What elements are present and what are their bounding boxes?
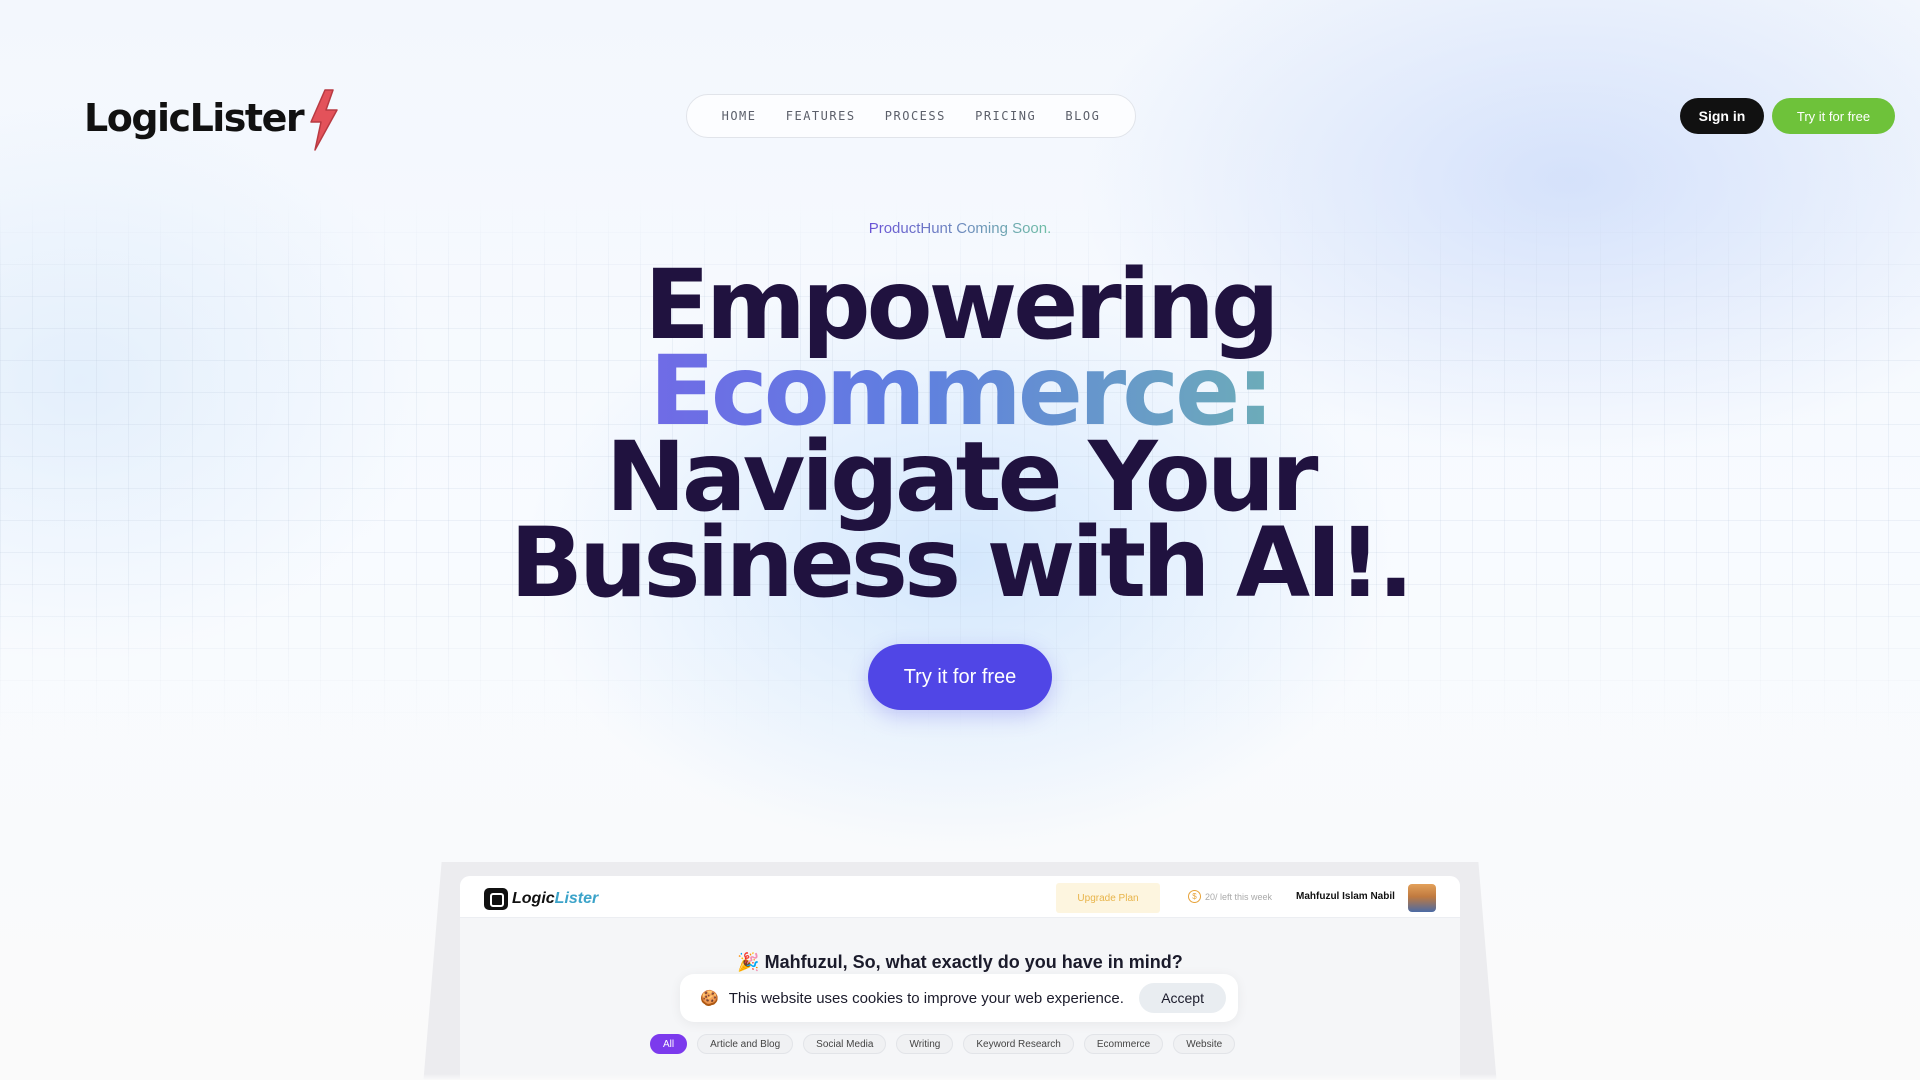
tagline-text: ProductHunt Coming Soon.	[868, 220, 1052, 237]
preview-logo-text: LogicLister	[512, 890, 599, 907]
nav-features[interactable]: FEATURES	[786, 109, 856, 123]
chip-writing[interactable]: Writing	[896, 1034, 954, 1054]
logo-mark-icon	[484, 888, 508, 910]
producthunt-tagline: ProductHunt Coming Soon.	[0, 220, 1920, 237]
cookie-banner: 🍪 This website uses cookies to improve y…	[680, 974, 1238, 1022]
cookie-message: This website uses cookies to improve you…	[728, 989, 1124, 1007]
try-free-hero-button[interactable]: Try it for free	[868, 644, 1052, 710]
credits-text: 20/ left this week	[1205, 891, 1273, 902]
user-name: Mahfuzul Islam Nabil	[1296, 891, 1395, 902]
try-free-header-button[interactable]: Try it for free	[1772, 98, 1895, 134]
sign-in-button[interactable]: Sign in	[1680, 98, 1764, 134]
preview-logo: LogicLister	[484, 888, 598, 910]
nav-process[interactable]: PROCESS	[885, 109, 946, 123]
bottom-fade	[0, 1074, 1920, 1080]
main-navigation: HOME FEATURES PROCESS PRICING BLOG	[686, 94, 1136, 138]
lightning-bolt-icon	[310, 89, 338, 151]
nav-pricing[interactable]: PRICING	[975, 109, 1036, 123]
brand-name: LogicLister	[84, 96, 305, 140]
preview-prompt: 🎉 Mahfuzul, So, what exactly do you have…	[737, 952, 1183, 972]
chip-social-media[interactable]: Social Media	[803, 1034, 887, 1054]
preview-header: LogicLister Upgrade Plan $ 20/ left this…	[460, 876, 1460, 918]
chip-ecommerce[interactable]: Ecommerce	[1083, 1034, 1164, 1054]
headline-line-4: Business with AI!.	[509, 507, 1414, 619]
chip-all[interactable]: All	[650, 1034, 688, 1054]
avatar[interactable]	[1408, 884, 1436, 912]
nav-home[interactable]: HOME	[722, 109, 757, 123]
app-preview-screen: LogicLister Upgrade Plan $ 20/ left this…	[460, 876, 1460, 1080]
hero-headline: Empowering Ecommerce: Navigate Your Busi…	[460, 257, 1460, 619]
chip-article-blog[interactable]: Article and Blog	[697, 1034, 794, 1054]
cookie-accept-button[interactable]: Accept	[1139, 983, 1226, 1013]
category-filter-chips: All Article and Blog Social Media Writin…	[650, 1034, 1236, 1054]
credits-indicator: $ 20/ left this week	[1188, 890, 1272, 903]
cookie-icon: 🍪	[700, 990, 719, 1007]
chip-keyword-research[interactable]: Keyword Research	[963, 1034, 1074, 1054]
chip-website[interactable]: Website	[1173, 1034, 1236, 1054]
nav-blog[interactable]: BLOG	[1065, 109, 1100, 123]
brand-logo[interactable]: LogicLister	[84, 84, 341, 152]
coin-icon: $	[1188, 890, 1201, 903]
upgrade-plan-button[interactable]: Upgrade Plan	[1056, 883, 1160, 913]
